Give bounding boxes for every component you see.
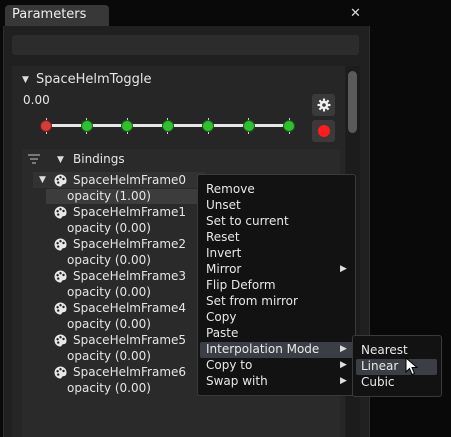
keyframe-point[interactable] [283,120,295,132]
menu-item-interpolation-mode[interactable]: Interpolation Mode [206,342,319,356]
close-icon[interactable]: ✕ [350,6,361,21]
submenu-arrow-icon: ▶ [340,376,347,386]
parameter-search-input[interactable] [12,35,359,55]
submenu-arrow-icon: ▶ [340,360,347,370]
submenu-item-cubic[interactable]: Cubic [361,375,395,389]
frame-collapse-icon[interactable]: ▼ [39,175,46,185]
binding-frame-name[interactable]: SpaceHelmFrame4 [73,301,186,315]
submenu-arrow-icon: ▶ [340,344,347,354]
menu-item-swap-with[interactable]: Swap with [206,374,268,388]
gear-icon [317,98,330,112]
bindings-label: Bindings [73,152,125,166]
keyframe-point[interactable] [161,120,174,132]
context-menu: Remove Unset Set to current Reset Invert Mirr… [197,174,356,396]
binding-value[interactable]: opacity (0.00) [67,221,151,235]
settings-button[interactable] [312,94,335,116]
keyframe-point[interactable] [40,120,52,132]
menu-item-mirror[interactable]: Mirror [206,262,241,276]
menu-item-flip-deform[interactable]: Flip Deform [206,278,276,292]
menu-item-copy[interactable]: Copy [206,310,236,324]
binding-frame-name[interactable]: SpaceHelmFrame2 [73,237,186,251]
palette-icon [54,366,67,379]
keyframe-point[interactable] [80,120,93,132]
keyframe-point[interactable] [242,120,255,132]
filter-icon[interactable] [28,154,40,164]
palette-icon [54,206,67,219]
menu-item-set-from-mirror[interactable]: Set from mirror [206,294,298,308]
menu-item-remove[interactable]: Remove [206,182,255,196]
binding-value[interactable]: opacity (0.00) [67,285,151,299]
binding-frame-name[interactable]: SpaceHelmFrame5 [73,333,186,347]
binding-frame-name[interactable]: SpaceHelmFrame0 [73,173,186,187]
submenu-arrow-icon: ▶ [340,264,347,274]
binding-value[interactable]: opacity (0.00) [67,349,151,363]
scrollbar-thumb[interactable] [348,71,357,133]
menu-item-copy-to[interactable]: Copy to [206,358,252,372]
record-dot-icon [317,125,330,137]
binding-value[interactable]: opacity (0.00) [67,317,151,331]
binding-frame-name[interactable]: SpaceHelmFrame3 [73,269,186,283]
parameter-value: 0.00 [23,93,50,107]
binding-value[interactable]: opacity (0.00) [67,381,151,395]
interpolation-submenu: Nearest Linear Cubic [352,335,442,397]
keyframe-point[interactable] [121,120,133,132]
parameter-name[interactable]: SpaceHelmToggle [36,72,151,87]
binding-value[interactable]: opacity (1.00) [67,189,151,203]
binding-frame-name[interactable]: SpaceHelmFrame1 [73,205,186,219]
menu-item-reset[interactable]: Reset [206,230,240,244]
bindings-collapse-icon[interactable]: ▼ [57,155,64,165]
keyframe-point[interactable] [202,120,214,132]
menu-item-invert[interactable]: Invert [206,246,241,260]
palette-icon [54,238,67,251]
palette-icon [54,174,67,187]
menu-item-paste[interactable]: Paste [206,326,238,340]
mouse-cursor-icon [405,357,419,376]
record-button[interactable] [312,120,335,142]
submenu-item-linear[interactable]: Linear [361,359,398,373]
palette-icon [54,302,67,315]
parameters-tab-title: Parameters [12,7,87,22]
collapse-triangle-icon[interactable]: ▼ [22,75,29,85]
submenu-item-nearest[interactable]: Nearest [361,343,408,357]
binding-frame-name[interactable]: SpaceHelmFrame6 [73,365,186,379]
palette-icon [54,270,67,283]
palette-icon [54,334,67,347]
menu-item-set-to-current[interactable]: Set to current [206,214,289,228]
binding-value[interactable]: opacity (0.00) [67,253,151,267]
menu-item-unset[interactable]: Unset [206,198,241,212]
